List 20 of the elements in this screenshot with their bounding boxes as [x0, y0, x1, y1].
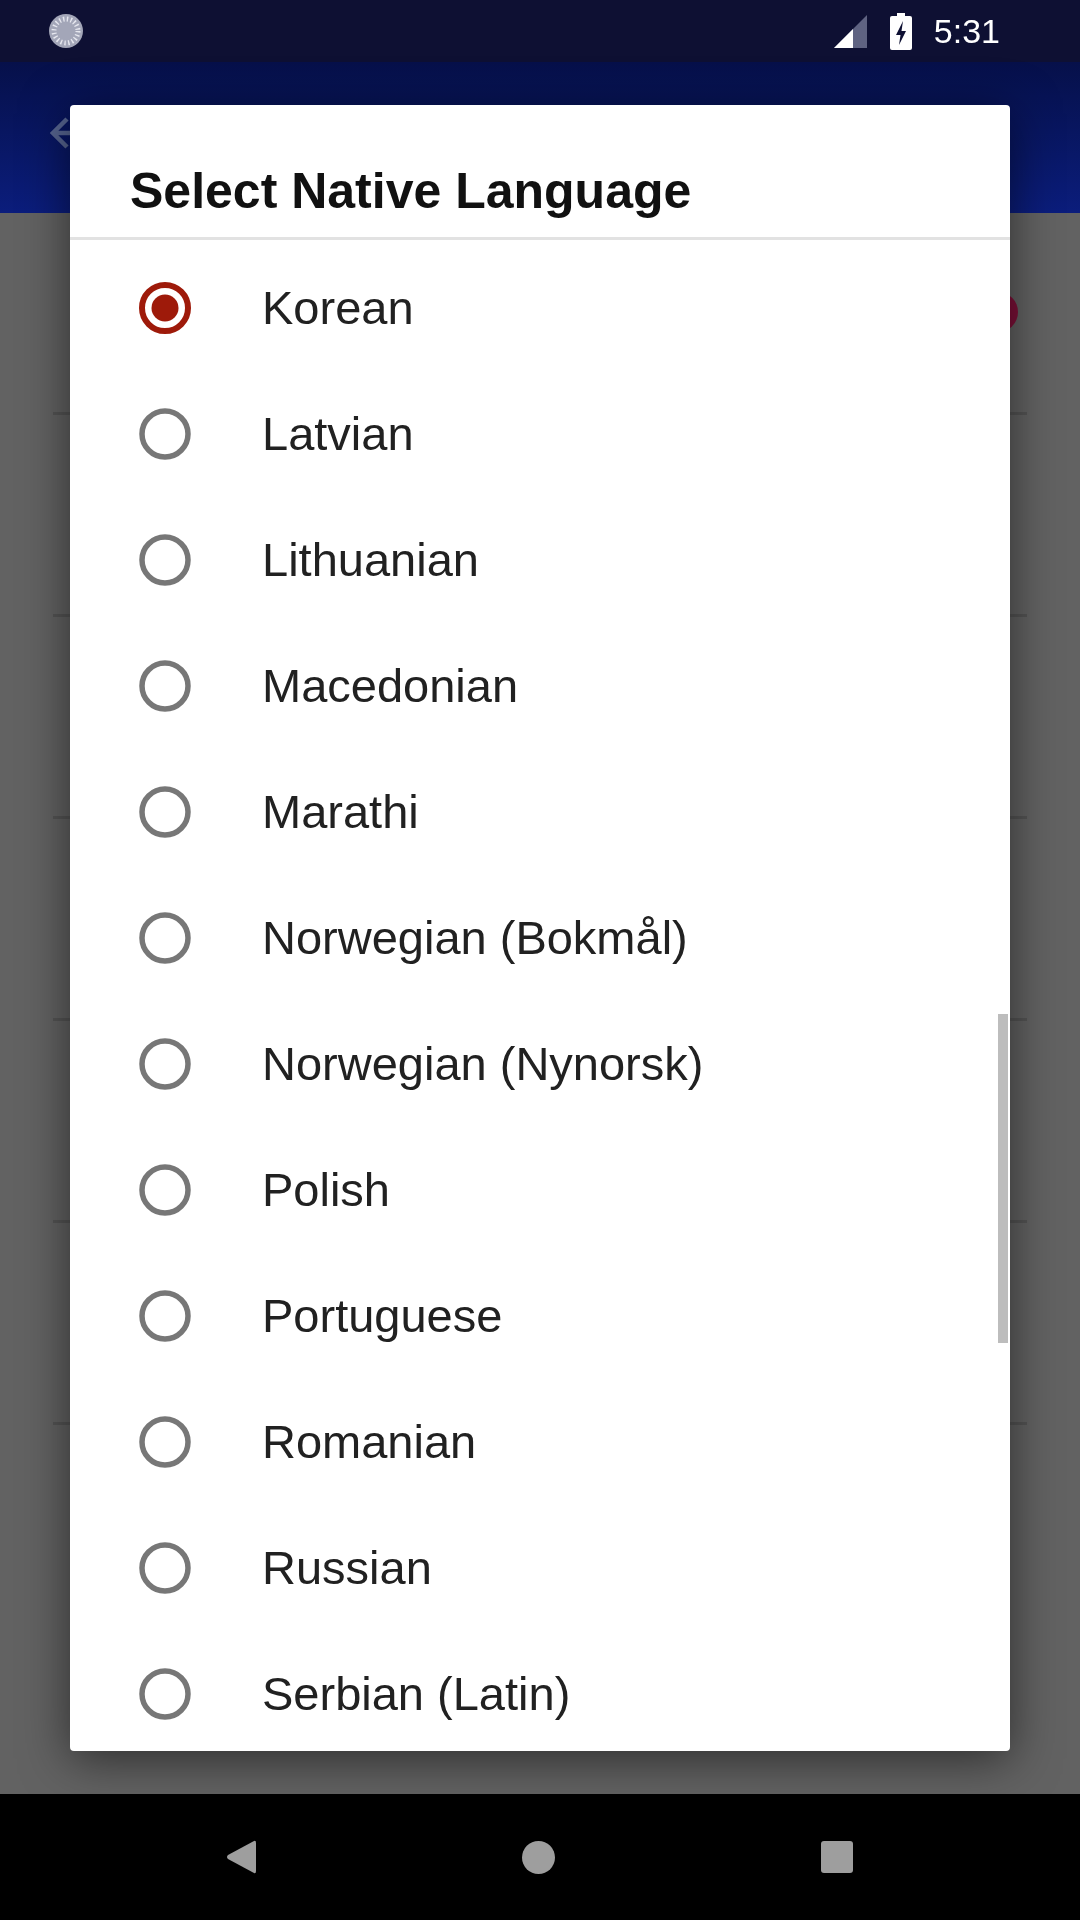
language-option[interactable]: Romanian [139, 1414, 477, 1470]
language-option[interactable]: Macedonian [139, 658, 519, 714]
spinner-icon [48, 13, 84, 49]
signal-icon [833, 14, 867, 48]
language-option[interactable]: Latvian [139, 406, 414, 462]
home-icon[interactable] [522, 1840, 555, 1874]
language-option[interactable]: Lithuanian [139, 532, 479, 588]
language-option[interactable]: Korean [139, 280, 414, 336]
language-option[interactable]: Polish [139, 1162, 390, 1218]
status-time: 5:31 [933, 12, 1000, 50]
battery-charging-icon [889, 12, 912, 50]
language-option[interactable]: Russian [139, 1540, 432, 1596]
language-option[interactable]: Norwegian (Nynorsk) [139, 1036, 704, 1092]
language-option[interactable]: Norwegian (Bokmål) [139, 910, 688, 966]
back-arrow-icon[interactable] [50, 117, 70, 149]
language-option[interactable]: Portuguese [139, 1288, 503, 1344]
back-icon[interactable] [226, 1840, 256, 1874]
dialog-title: Select Native Language [130, 163, 692, 219]
language-option[interactable]: Serbian (Latin) [139, 1666, 571, 1722]
language-option[interactable]: Marathi [139, 784, 419, 840]
